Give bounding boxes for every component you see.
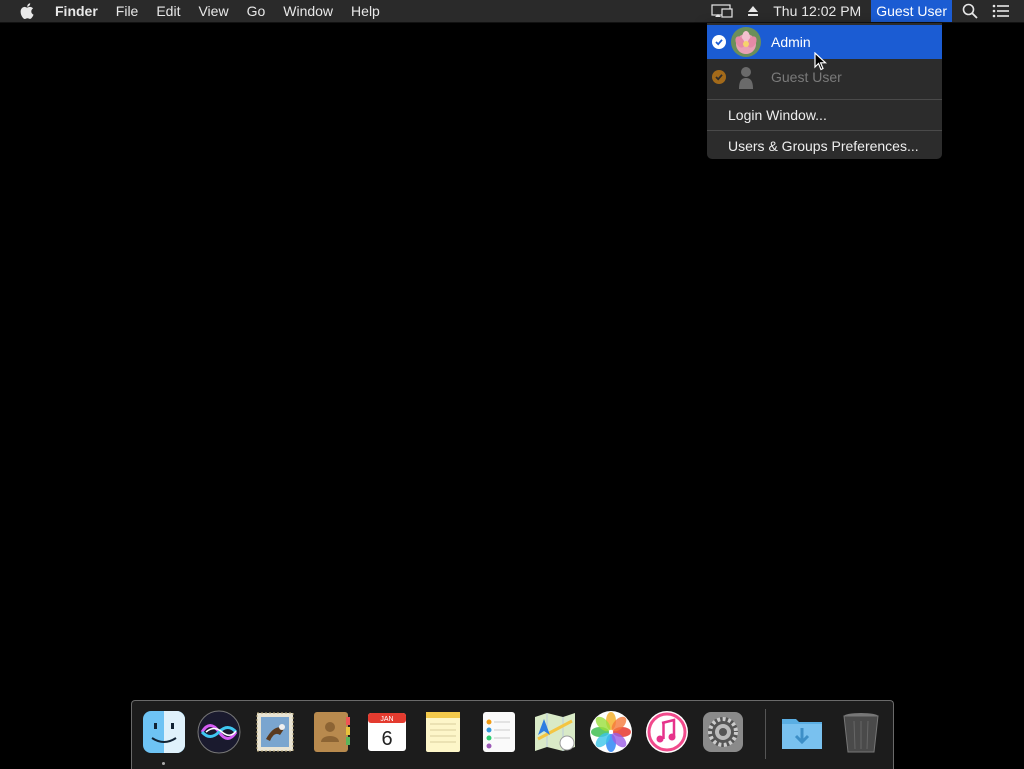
finder-icon[interactable] <box>141 709 187 755</box>
menu-window[interactable]: Window <box>274 0 342 22</box>
downloads-folder-icon[interactable] <box>779 709 825 755</box>
siri-icon[interactable] <box>196 709 242 755</box>
menu-extras: Thu 12:02 PM Guest User <box>704 0 1024 22</box>
contacts-icon[interactable] <box>308 709 354 755</box>
dock-separator <box>765 709 766 759</box>
menu-separator <box>707 99 942 100</box>
admin-avatar <box>731 27 761 57</box>
menu-help[interactable]: Help <box>342 0 389 22</box>
itunes-icon[interactable] <box>644 709 690 755</box>
notes-icon[interactable] <box>420 709 466 755</box>
mail-icon[interactable] <box>252 709 298 755</box>
menu-edit[interactable]: Edit <box>147 0 189 22</box>
menu-separator <box>707 130 942 131</box>
photos-icon[interactable] <box>588 709 634 755</box>
user-name-guest: Guest User <box>771 69 842 85</box>
notification-center-icon[interactable] <box>985 4 1024 18</box>
user-name-admin: Admin <box>771 34 811 50</box>
dock: JAN 6 <box>131 700 894 769</box>
menu-file[interactable]: File <box>107 0 148 22</box>
user-switch-dropdown: Admin Guest User Login Window... Users &… <box>707 23 942 159</box>
trash-icon[interactable] <box>838 709 884 755</box>
calendar-month-label: JAN <box>380 716 393 723</box>
logged-in-check-icon <box>712 70 726 84</box>
reminders-icon[interactable] <box>476 709 522 755</box>
calendar-icon[interactable]: JAN 6 <box>364 709 410 755</box>
running-indicator <box>162 762 165 765</box>
clock[interactable]: Thu 12:02 PM <box>766 0 868 22</box>
login-window-item[interactable]: Login Window... <box>728 102 827 128</box>
system-preferences-icon[interactable] <box>700 709 746 755</box>
menu-view[interactable]: View <box>189 0 237 22</box>
guest-avatar <box>731 62 761 92</box>
airplay-display-icon[interactable] <box>704 4 740 18</box>
mouse-cursor-icon <box>814 52 828 71</box>
app-menu-finder[interactable]: Finder <box>46 0 107 22</box>
logged-in-check-icon <box>712 35 726 49</box>
calendar-day-label: 6 <box>381 728 392 750</box>
users-groups-preferences-item[interactable]: Users & Groups Preferences... <box>728 133 919 159</box>
apple-menu-icon[interactable] <box>18 0 36 22</box>
menu-bar: Finder File Edit View Go Window Help Thu… <box>0 0 1024 23</box>
spotlight-search-icon[interactable] <box>955 3 985 19</box>
eject-icon[interactable] <box>740 5 766 17</box>
fast-user-switching-menu[interactable]: Guest User <box>871 0 952 22</box>
maps-icon[interactable] <box>532 709 578 755</box>
menu-go[interactable]: Go <box>238 0 275 22</box>
